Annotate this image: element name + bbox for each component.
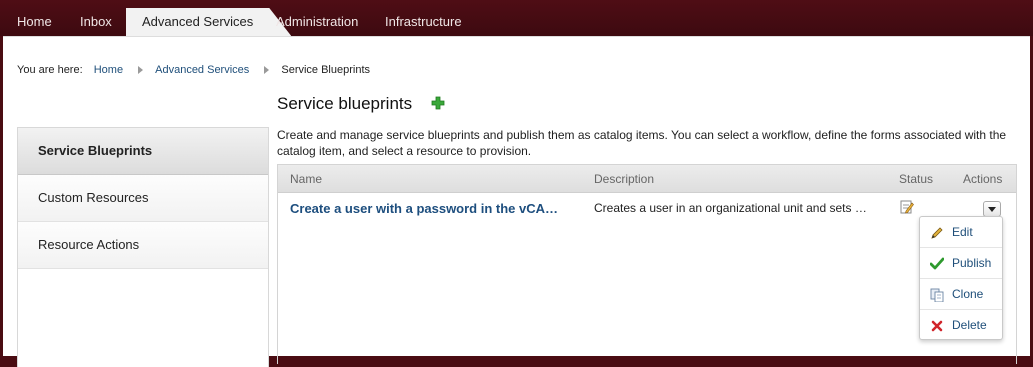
checkmark-icon	[930, 257, 944, 270]
menu-item-label: Clone	[952, 287, 984, 301]
column-header-description[interactable]: Description	[594, 172, 654, 186]
sidebar-item-service-blueprints[interactable]: Service Blueprints	[18, 128, 268, 175]
red-x-icon	[931, 320, 943, 332]
blueprint-description: Creates a user in an organizational unit…	[594, 201, 867, 215]
breadcrumb-current: Service Blueprints	[281, 64, 371, 76]
breadcrumb-home[interactable]: Home	[94, 64, 123, 76]
draft-edit-icon	[900, 199, 914, 218]
green-plus-icon	[431, 96, 445, 110]
tab-home[interactable]: Home	[17, 8, 52, 36]
copy-icon	[930, 288, 944, 302]
table-row[interactable]: Create a user with a password in the vCA…	[278, 194, 1016, 222]
breadcrumb: You are here: Home Advanced Services Ser…	[17, 64, 370, 76]
tab-infrastructure[interactable]: Infrastructure	[385, 8, 462, 36]
sidebar-item-custom-resources[interactable]: Custom Resources	[18, 175, 268, 222]
menu-item-edit[interactable]: Edit	[920, 217, 1002, 248]
menu-item-publish[interactable]: Publish	[920, 248, 1002, 279]
main-content: You are here: Home Advanced Services Ser…	[3, 36, 1030, 367]
pencil-icon	[931, 227, 943, 239]
actions-menu: Edit Publish Clone Delete	[919, 216, 1003, 340]
menu-item-label: Edit	[952, 225, 973, 239]
page-title: Service blueprints	[277, 94, 413, 113]
menu-item-delete[interactable]: Delete	[920, 310, 1002, 341]
blueprint-name-link[interactable]: Create a user with a password in the vCA…	[290, 201, 580, 216]
table-header: Name Description Status Actions	[278, 165, 1016, 193]
menu-item-label: Delete	[952, 318, 987, 332]
row-actions-dropdown-button[interactable]	[983, 201, 1001, 217]
tab-administration[interactable]: Administration	[276, 8, 358, 36]
tab-advanced-services[interactable]: Advanced Services	[126, 8, 291, 36]
column-header-status[interactable]: Status	[899, 172, 933, 186]
breadcrumb-advanced-services[interactable]: Advanced Services	[155, 64, 249, 76]
page-description: Create and manage service blueprints and…	[277, 128, 1007, 158]
menu-item-clone[interactable]: Clone	[920, 279, 1002, 310]
breadcrumb-separator-icon	[264, 66, 270, 75]
breadcrumb-prefix: You are here:	[17, 64, 83, 76]
top-navigation: Home Inbox Advanced Services Administrat…	[0, 0, 1033, 36]
menu-item-label: Publish	[952, 256, 992, 270]
add-blueprint-button[interactable]	[431, 96, 445, 110]
sidebar: Service Blueprints Custom Resources Reso…	[17, 127, 269, 367]
column-header-name[interactable]: Name	[290, 172, 322, 186]
blueprints-table: Name Description Status Actions Create a…	[277, 164, 1017, 364]
column-header-actions: Actions	[963, 172, 1003, 186]
breadcrumb-separator-icon	[138, 66, 144, 75]
sidebar-item-resource-actions[interactable]: Resource Actions	[18, 222, 268, 269]
chevron-down-icon	[988, 207, 996, 212]
tab-inbox[interactable]: Inbox	[80, 8, 112, 36]
